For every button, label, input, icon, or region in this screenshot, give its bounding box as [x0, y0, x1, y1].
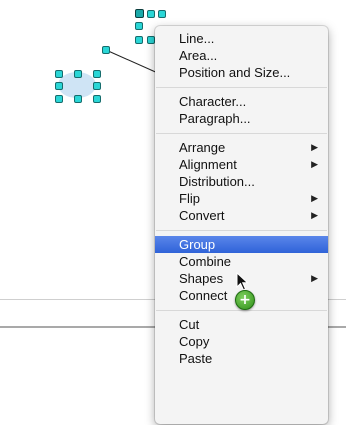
menu-item-area[interactable]: Area... — [155, 47, 328, 64]
selection-handle[interactable] — [135, 36, 143, 44]
selection-handle[interactable] — [74, 70, 82, 78]
menu-item-label: Shapes — [179, 271, 224, 286]
menu-item-paste[interactable]: Paste — [155, 350, 328, 367]
selection-handle[interactable] — [55, 95, 63, 103]
menu-item-flip[interactable]: Flip ▶ — [155, 190, 328, 207]
menu-item-label: Position and Size... — [179, 65, 291, 80]
menu-item-alignment[interactable]: Alignment ▶ — [155, 156, 328, 173]
menu-item-convert[interactable]: Convert ▶ — [155, 207, 328, 224]
menu-item-position-and-size[interactable]: Position and Size... — [155, 64, 328, 81]
selection-handle[interactable] — [135, 9, 144, 18]
context-menu: Line... Area... Position and Size... Charac… — [155, 26, 328, 424]
menu-separator — [156, 133, 327, 134]
submenu-arrow-icon: ▶ — [311, 193, 318, 203]
menu-item-label: Line... — [179, 31, 215, 46]
selection-handle[interactable] — [93, 95, 101, 103]
menu-item-label: Flip — [179, 191, 200, 206]
menu-item-label: Paragraph... — [179, 111, 251, 126]
selection-handle[interactable] — [74, 95, 82, 103]
menu-item-label: Group — [179, 237, 216, 252]
menu-item-distribution[interactable]: Distribution... — [155, 173, 328, 190]
menu-item-paragraph[interactable]: Paragraph... — [155, 110, 328, 127]
menu-separator — [156, 310, 327, 311]
menu-item-copy[interactable]: Copy — [155, 333, 328, 350]
selection-handle[interactable] — [93, 82, 101, 90]
menu-item-label: Combine — [179, 254, 232, 269]
menu-item-label: Alignment — [179, 157, 237, 172]
menu-item-label: Convert — [179, 208, 225, 223]
menu-item-character[interactable]: Character... — [155, 93, 328, 110]
selection-handle[interactable] — [55, 82, 63, 90]
submenu-arrow-icon: ▶ — [311, 273, 318, 283]
selection-handle[interactable] — [147, 36, 155, 44]
menu-item-label: Copy — [179, 334, 210, 349]
selection-handle[interactable] — [147, 10, 155, 18]
menu-item-group[interactable]: Group — [155, 236, 328, 253]
menu-separator — [156, 87, 327, 88]
mouse-cursor-icon — [236, 272, 249, 291]
menu-item-label: Cut — [179, 317, 200, 332]
menu-item-label: Area... — [179, 48, 218, 63]
add-badge-icon: + — [235, 290, 255, 310]
connector-endpoint-handle[interactable] — [102, 46, 110, 54]
menu-item-label: Character... — [179, 94, 247, 109]
menu-item-arrange[interactable]: Arrange ▶ — [155, 139, 328, 156]
menu-item-label: Distribution... — [179, 174, 255, 189]
selection-handle[interactable] — [135, 22, 143, 30]
selection-handle[interactable] — [55, 70, 63, 78]
menu-item-combine[interactable]: Combine — [155, 253, 328, 270]
menu-item-label: Arrange — [179, 140, 226, 155]
submenu-arrow-icon: ▶ — [311, 159, 318, 169]
submenu-arrow-icon: ▶ — [311, 210, 318, 220]
drawing-canvas[interactable]: Line... Area... Position and Size... Charac… — [0, 0, 346, 425]
selection-handle[interactable] — [93, 70, 101, 78]
menu-item-label: Paste — [179, 351, 213, 366]
menu-separator — [156, 230, 327, 231]
menu-item-label: Connect — [179, 288, 228, 303]
menu-item-line[interactable]: Line... — [155, 30, 328, 47]
submenu-arrow-icon: ▶ — [311, 142, 318, 152]
selection-handle[interactable] — [158, 10, 166, 18]
menu-item-cut[interactable]: Cut — [155, 316, 328, 333]
